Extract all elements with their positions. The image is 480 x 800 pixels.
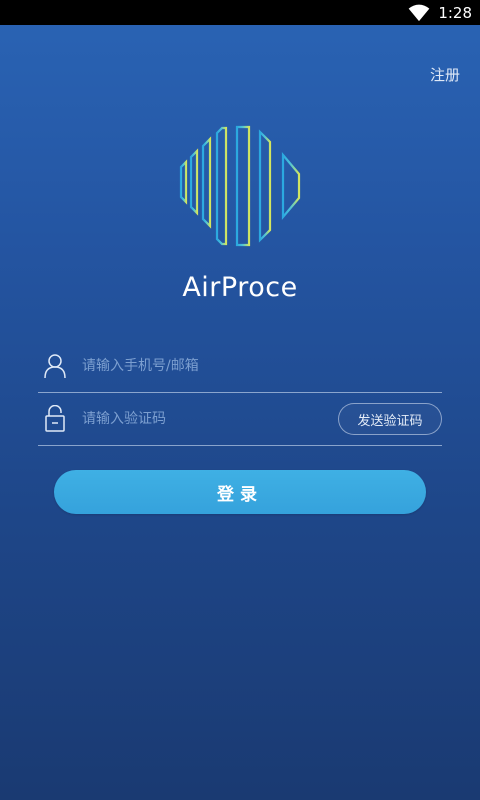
send-code-button[interactable]: 发送验证码 xyxy=(338,403,442,435)
user-icon xyxy=(40,351,70,381)
login-button[interactable]: 登录 xyxy=(54,470,426,514)
phone-field xyxy=(38,340,442,393)
login-screen: 1:28 注册 AirProce 请输入手机号/邮箱 请输入验证码 发送验证码 … xyxy=(0,0,480,800)
code-input[interactable] xyxy=(82,401,338,437)
app-logo xyxy=(179,125,301,247)
lock-icon xyxy=(40,404,70,434)
phone-input[interactable] xyxy=(82,348,442,384)
status-time: 1:28 xyxy=(438,3,472,22)
wifi-icon xyxy=(408,4,430,21)
code-field: 发送验证码 xyxy=(38,393,442,446)
register-link[interactable]: 注册 xyxy=(430,64,460,85)
app-name: AirProce xyxy=(182,272,298,303)
status-bar: 1:28 xyxy=(0,0,480,25)
